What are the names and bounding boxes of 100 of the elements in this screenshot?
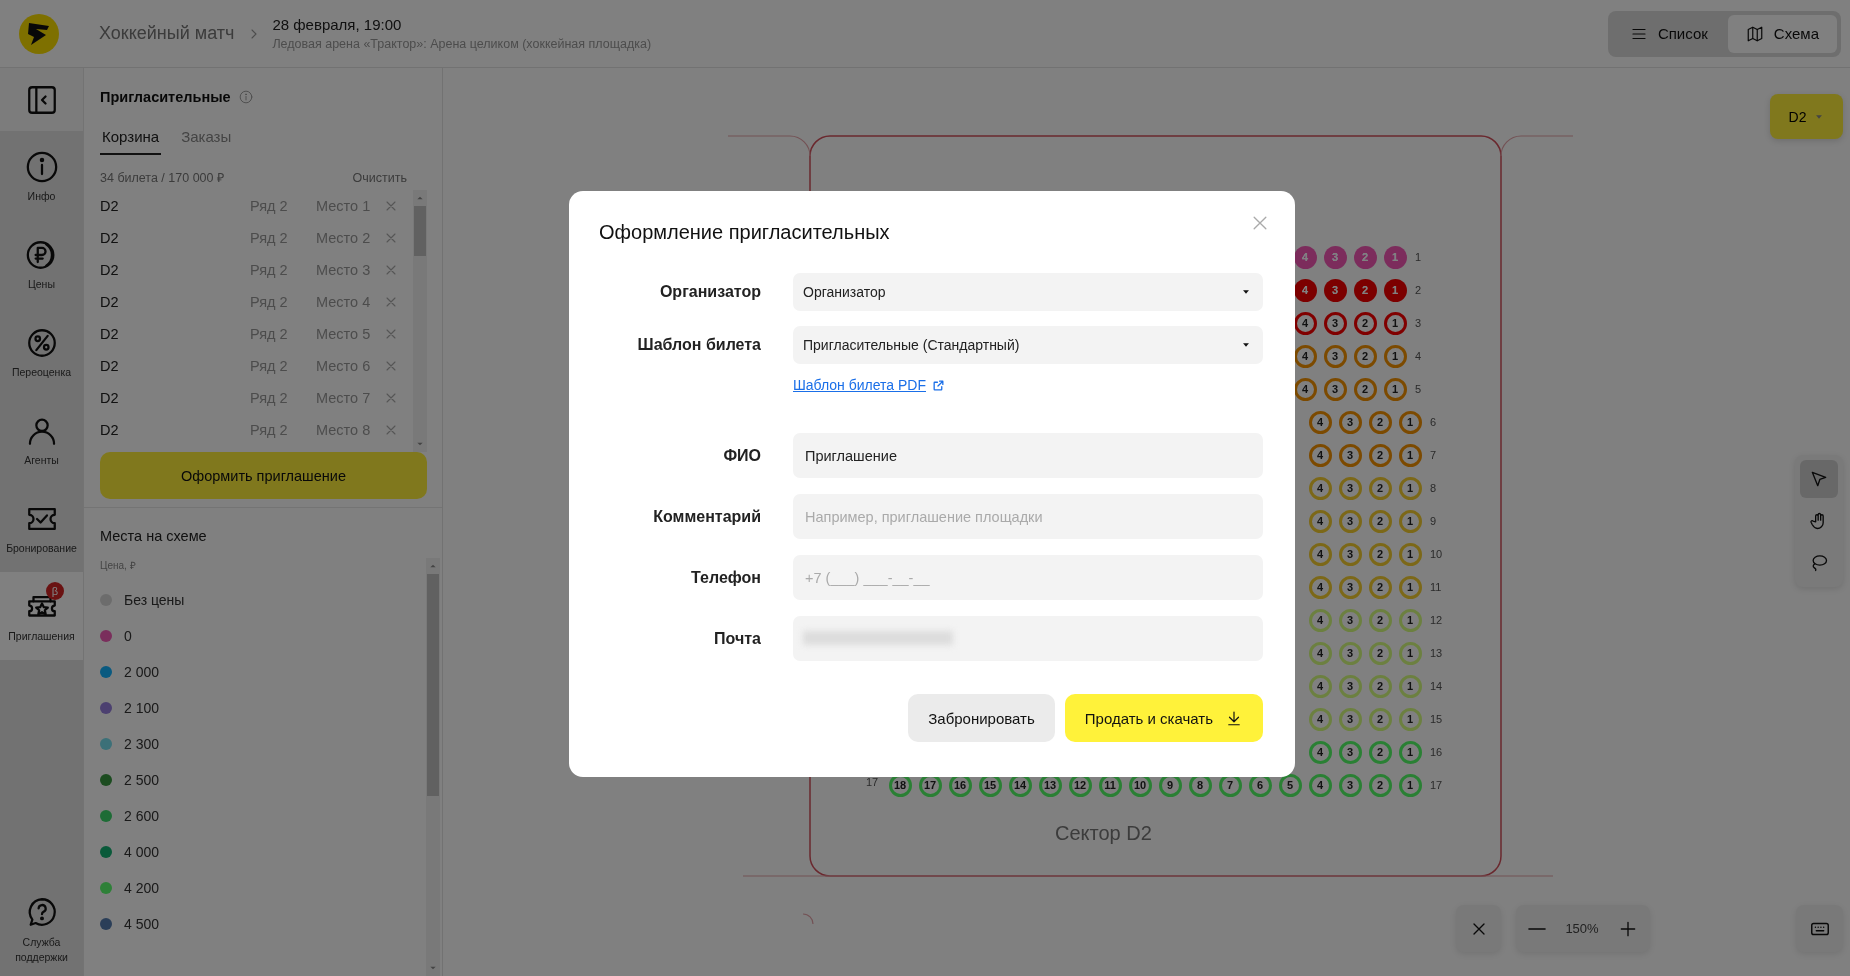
seat[interactable]: 2 — [1368, 707, 1392, 731]
seat[interactable]: 2 — [1368, 608, 1392, 632]
seat[interactable]: 2 — [1368, 476, 1392, 500]
select-field[interactable]: Организатор — [793, 273, 1263, 311]
collapse-sidebar-button[interactable] — [0, 68, 83, 132]
seat[interactable]: 4 — [1308, 641, 1332, 665]
seat[interactable]: 2 — [1368, 674, 1392, 698]
nav-item[interactable]: Инфо — [0, 132, 83, 220]
seat[interactable]: 3 — [1338, 575, 1362, 599]
nav-item[interactable]: Бронирование — [0, 484, 83, 572]
seat[interactable]: 3 — [1338, 641, 1362, 665]
seat[interactable]: 2 — [1368, 641, 1392, 665]
tab[interactable]: Заказы — [179, 124, 234, 155]
seat[interactable]: 2 — [1353, 344, 1377, 368]
sector-label: D2 — [100, 358, 120, 374]
sell-download-button[interactable]: Продать и скачать — [1064, 694, 1263, 742]
seat[interactable]: 2 — [1353, 278, 1377, 302]
seat[interactable]: 1 — [1398, 641, 1422, 665]
select-field[interactable]: Пригласительные (Стандартный) — [793, 326, 1263, 364]
seat[interactable]: 2 — [1368, 740, 1392, 764]
seat[interactable]: 3 — [1338, 773, 1362, 797]
row-number: 12 — [1430, 613, 1443, 627]
seat[interactable]: 4 — [1308, 410, 1332, 434]
tab[interactable]: Корзина — [100, 124, 162, 155]
event-title[interactable]: Хоккейный матч — [99, 23, 235, 44]
clear-link[interactable]: Очистить — [352, 169, 407, 186]
seat[interactable]: 1 — [1398, 410, 1422, 434]
seat[interactable]: 1 — [1398, 773, 1422, 797]
input-field[interactable] — [793, 616, 1263, 661]
nav-item[interactable]: Агенты — [0, 396, 83, 484]
seat[interactable]: 1 — [1398, 542, 1422, 566]
seat[interactable]: 1 — [1398, 443, 1422, 467]
seat[interactable]: 2 — [1353, 311, 1377, 335]
seat[interactable]: 3 — [1338, 740, 1362, 764]
pdf-template-link[interactable]: Шаблон билета PDF — [793, 377, 945, 393]
seat[interactable]: 4 — [1308, 608, 1332, 632]
view-tab[interactable]: Схема — [1727, 14, 1837, 53]
tool-button[interactable] — [1800, 460, 1838, 498]
input-field[interactable]: +7 (___) ___-__-__ — [793, 555, 1263, 600]
sector-dropdown[interactable]: D2 — [1770, 94, 1843, 139]
scrollbar[interactable] — [413, 190, 427, 452]
field-label: Шаблон билета — [637, 336, 761, 354]
seat[interactable]: 2 — [1368, 443, 1392, 467]
seat[interactable]: 1 — [1398, 740, 1422, 764]
seat[interactable]: 2 — [1368, 773, 1392, 797]
seat[interactable]: 1 — [1383, 344, 1407, 368]
seat[interactable]: 2 — [1368, 410, 1392, 434]
nav-item[interactable]: Переоценка — [0, 308, 83, 396]
support-button[interactable]: Служба поддержки — [0, 884, 83, 976]
seat[interactable]: 3 — [1338, 443, 1362, 467]
seat[interactable]: 4 — [1308, 542, 1332, 566]
scrollbar-thumb[interactable] — [414, 206, 426, 256]
reserve-button[interactable]: Забронировать — [908, 694, 1055, 742]
seat[interactable]: 1 — [1398, 476, 1422, 500]
seat[interactable]: 4 — [1308, 476, 1332, 500]
seat[interactable]: 2 — [1368, 509, 1392, 533]
seat[interactable]: 1 — [1383, 311, 1407, 335]
seat[interactable]: 4 — [1308, 740, 1332, 764]
seat[interactable]: 1 — [1398, 608, 1422, 632]
seat[interactable]: 3 — [1338, 542, 1362, 566]
seat[interactable]: 2 — [1368, 575, 1392, 599]
seat[interactable]: 4 — [1308, 509, 1332, 533]
seat[interactable]: 3 — [1323, 311, 1347, 335]
seat[interactable]: 3 — [1338, 410, 1362, 434]
seat[interactable]: 1 — [1398, 509, 1422, 533]
seat[interactable]: 3 — [1338, 707, 1362, 731]
seat[interactable]: 3 — [1323, 278, 1347, 302]
price-label: 4 500 — [124, 916, 160, 932]
seat[interactable]: 4 — [1308, 707, 1332, 731]
seat[interactable]: 2 — [1353, 377, 1377, 401]
scrollbar-thumb[interactable] — [427, 574, 439, 796]
seat[interactable]: 3 — [1323, 344, 1347, 368]
seat[interactable]: 4 — [1308, 674, 1332, 698]
seat[interactable]: 3 — [1338, 608, 1362, 632]
seat[interactable]: 2 — [1368, 542, 1392, 566]
seat[interactable]: 4 — [1308, 575, 1332, 599]
row-number: 7 — [1430, 448, 1437, 462]
nav-item[interactable]: Цены — [0, 220, 83, 308]
input-field[interactable]: Приглашение — [793, 433, 1263, 478]
seat[interactable]: 1 — [1383, 278, 1407, 302]
info-icon[interactable] — [238, 90, 253, 104]
minus-icon — [1528, 926, 1546, 931]
seat[interactable]: 1 — [1398, 674, 1422, 698]
seat[interactable]: 4 — [1293, 278, 1317, 302]
seat[interactable]: 3 — [1323, 377, 1347, 401]
scrollbar[interactable] — [426, 558, 440, 976]
seat[interactable]: 3 — [1338, 476, 1362, 500]
view-tab[interactable]: Список — [1611, 14, 1726, 53]
seat[interactable]: 4 — [1308, 443, 1332, 467]
seat[interactable]: 4 — [1308, 773, 1332, 797]
seat[interactable]: 3 — [1338, 674, 1362, 698]
field-label: Организатор — [659, 283, 761, 301]
logo[interactable] — [19, 13, 59, 54]
seat[interactable]: 1 — [1383, 377, 1407, 401]
seat[interactable]: 1 — [1398, 575, 1422, 599]
seat[interactable]: 1 — [1398, 707, 1422, 731]
seat[interactable]: 3 — [1338, 509, 1362, 533]
row-number: 2 — [1415, 283, 1422, 297]
input-field[interactable]: Например, приглашение площадки — [793, 494, 1263, 539]
issue-invitation-button[interactable]: Оформить приглашение — [100, 452, 427, 499]
